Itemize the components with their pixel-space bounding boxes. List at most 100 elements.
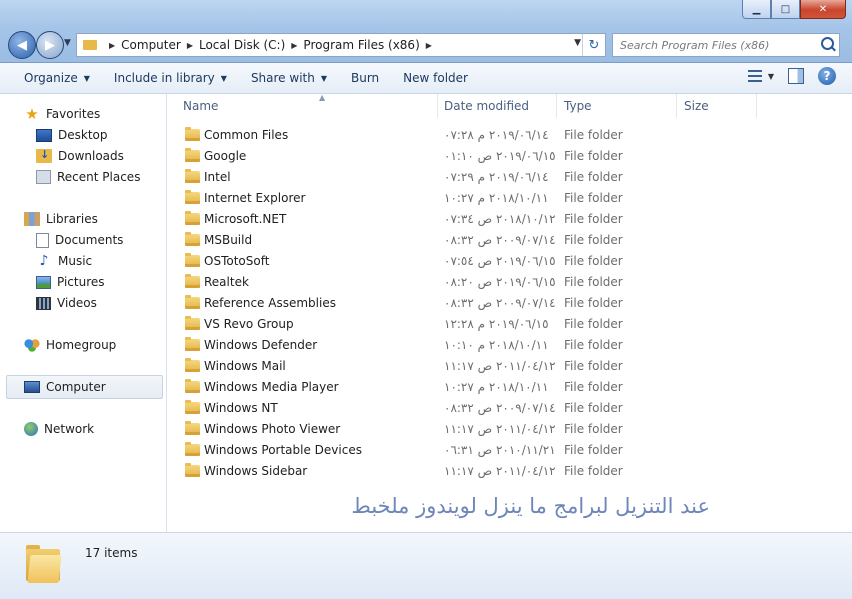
breadcrumb: ▶ Computer ▶ Local Disk (C:) ▶ Program F…	[103, 38, 438, 52]
file-name: Windows Defender	[204, 338, 318, 352]
date-modified: ٢٠١١/٠٤/١٢ ص ١١:١٧	[444, 422, 556, 436]
refresh-icon: ↻	[588, 37, 600, 53]
change-view-icon[interactable]	[747, 70, 762, 82]
search-input[interactable]	[613, 37, 818, 53]
table-row[interactable]: Google ٢٠١٩/٠٦/١٥ ص ٠١:١٠ File folder	[167, 146, 852, 167]
sidebar-item-recent-places[interactable]: Recent Places	[36, 167, 140, 187]
file-name: Microsoft.NET	[204, 212, 287, 226]
folder-icon	[185, 148, 200, 162]
file-type: File folder	[564, 296, 623, 310]
table-row[interactable]: Common Files ٢٠١٩/٠٦/١٤ م ٠٧:٢٨ File folde…	[167, 125, 852, 146]
search-box	[612, 33, 840, 57]
date-modified: ٢٠١١/٠٤/١٢ ص ١١:١٧	[444, 464, 556, 478]
sidebar-item-favorites[interactable]: ★ Favorites	[24, 104, 100, 124]
chevron-right-icon[interactable]: ▶	[291, 41, 297, 50]
sidebar-item-homegroup[interactable]: Homegroup	[24, 335, 116, 355]
minimize-button[interactable]: ▁	[742, 0, 771, 19]
breadcrumb-program-files[interactable]: Program Files (x86)	[303, 38, 419, 52]
view-options-dropdown[interactable]: ▼	[768, 72, 774, 81]
table-row[interactable]: Windows Portable Devices ٢٠١٠/١١/٢١ ص ٠٦:…	[167, 440, 852, 461]
maximize-button[interactable]: □	[771, 0, 800, 19]
sidebar-label: Computer	[46, 380, 106, 394]
table-row[interactable]: Windows NT ٢٠٠٩/٠٧/١٤ ص ٠٨:٣٢ File folder	[167, 398, 852, 419]
table-row[interactable]: Intel ٢٠١٩/٠٦/١٤ م ٠٧:٢٩ File folder	[167, 167, 852, 188]
column-label: Name	[183, 99, 219, 113]
sidebar-item-desktop[interactable]: Desktop	[36, 125, 108, 145]
watermark-text: عند التنزيل لبرامج ما ينزل لويندوز ملخبط	[351, 494, 710, 518]
breadcrumb-computer[interactable]: Computer	[121, 38, 181, 52]
column-header-name[interactable]: ▲ Name	[183, 93, 438, 118]
table-row[interactable]: Internet Explorer ٢٠١٨/١٠/١١ م ١٠:٢٧ File …	[167, 188, 852, 209]
recent-places-icon	[36, 170, 51, 184]
table-row[interactable]: Microsoft.NET ٢٠١٨/١٠/١٢ ص ٠٧:٣٤ File fold…	[167, 209, 852, 230]
date-modified: ٢٠١٩/٠٦/١٤ م ٠٧:٢٨	[444, 128, 549, 142]
search-icon[interactable]	[821, 37, 834, 50]
minimize-icon: ▁	[752, 3, 761, 15]
libraries-icon	[24, 212, 40, 226]
table-row[interactable]: Reference Assemblies ٢٠٠٩/٠٧/١٤ ص ٠٨:٣٢ Fi…	[167, 293, 852, 314]
table-row[interactable]: Realtek ٢٠١٩/٠٦/١٥ ص ٠٨:٢٠ File folder	[167, 272, 852, 293]
file-type: File folder	[564, 380, 623, 394]
breadcrumb-local-disk[interactable]: Local Disk (C:)	[199, 38, 285, 52]
sidebar-item-music[interactable]: ♪ Music	[36, 251, 93, 271]
chevron-right-icon[interactable]: ▶	[426, 41, 432, 50]
column-header-size[interactable]: Size	[684, 94, 757, 118]
sidebar-item-downloads[interactable]: Downloads	[36, 146, 124, 166]
folder-icon	[185, 463, 200, 477]
table-row[interactable]: Windows Sidebar ٢٠١١/٠٤/١٢ ص ١١:١٧ File fo…	[167, 461, 852, 482]
recent-pages-dropdown[interactable]: ▼	[64, 38, 71, 48]
refresh-button[interactable]: ↻	[582, 34, 605, 56]
share-with-button[interactable]: Share with ▼	[239, 66, 339, 90]
preview-pane-icon[interactable]	[788, 68, 804, 84]
sidebar-item-libraries[interactable]: Libraries	[24, 209, 98, 229]
folder-icon	[185, 400, 200, 414]
table-row[interactable]: OSTotoSoft ٢٠١٩/٠٦/١٥ ص ٠٧:٥٤ File folder	[167, 251, 852, 272]
address-history-dropdown[interactable]: ▼	[574, 38, 581, 48]
sidebar-item-network[interactable]: Network	[24, 419, 94, 439]
title-bar: ▁ □ ✕ ◀ ▶ ▼ ▶ Computer ▶ Local Disk (C:)…	[0, 0, 852, 63]
sidebar-label: Music	[58, 254, 93, 268]
table-row[interactable]: Windows Defender ٢٠١٨/١٠/١١ م ١٠:١٠ File f…	[167, 335, 852, 356]
file-name: Realtek	[204, 275, 249, 289]
table-row[interactable]: Windows Photo Viewer ٢٠١١/٠٤/١٢ ص ١١:١٧ Fi…	[167, 419, 852, 440]
table-row[interactable]: VS Revo Group ٢٠١٩/٠٦/١٥ م ١٢:٢٨ File fold…	[167, 314, 852, 335]
folder-icon	[185, 127, 200, 141]
documents-icon	[36, 232, 49, 248]
date-modified: ٢٠١٨/١٠/١١ م ١٠:٢٧	[444, 191, 549, 205]
file-name: Windows Media Player	[204, 380, 339, 394]
chevron-right-icon[interactable]: ▶	[187, 41, 193, 50]
sidebar-label: Videos	[57, 296, 97, 310]
chevron-right-icon[interactable]: ▶	[109, 41, 115, 50]
sidebar-item-pictures[interactable]: Pictures	[36, 272, 105, 292]
desktop-icon	[36, 128, 52, 142]
date-modified: ٢٠١٩/٠٦/١٤ م ٠٧:٢٩	[444, 170, 549, 184]
address-bar[interactable]: ▶ Computer ▶ Local Disk (C:) ▶ Program F…	[76, 33, 606, 57]
help-icon[interactable]: ?	[818, 67, 836, 85]
music-note-icon: ♪	[39, 253, 49, 269]
column-header-date-modified[interactable]: Date modified	[444, 94, 557, 118]
file-name: OSTotoSoft	[204, 254, 270, 268]
back-button[interactable]: ◀	[8, 31, 36, 59]
sidebar-item-documents[interactable]: Documents	[36, 230, 123, 250]
table-row[interactable]: Windows Media Player ٢٠١٨/١٠/١١ م ١٠:٢٧ Fi…	[167, 377, 852, 398]
sidebar-item-computer[interactable]: Computer	[24, 377, 106, 397]
table-row[interactable]: Windows Mail ٢٠١١/٠٤/١٢ ص ١١:١٧ File folde…	[167, 356, 852, 377]
file-type: File folder	[564, 422, 623, 436]
file-name: Windows Sidebar	[204, 464, 308, 478]
date-modified: ٢٠٠٩/٠٧/١٤ ص ٠٨:٣٢	[444, 401, 556, 415]
table-row[interactable]: MSBuild ٢٠٠٩/٠٧/١٤ ص ٠٨:٣٢ File folder	[167, 230, 852, 251]
sidebar-label: Pictures	[57, 275, 105, 289]
file-type: File folder	[564, 254, 623, 268]
sidebar-label: Libraries	[46, 212, 98, 226]
forward-button[interactable]: ▶	[36, 31, 64, 59]
new-folder-button[interactable]: New folder	[391, 66, 480, 90]
file-name: Windows NT	[204, 401, 278, 415]
organize-button[interactable]: Organize ▼	[12, 66, 102, 90]
file-type: File folder	[564, 275, 623, 289]
close-button[interactable]: ✕	[800, 0, 846, 19]
column-header-type[interactable]: Type	[564, 94, 677, 118]
sidebar-item-videos[interactable]: Videos	[36, 293, 97, 313]
folder-icon	[185, 295, 200, 309]
include-in-library-button[interactable]: Include in library ▼	[102, 66, 239, 90]
burn-button[interactable]: Burn	[339, 66, 391, 90]
